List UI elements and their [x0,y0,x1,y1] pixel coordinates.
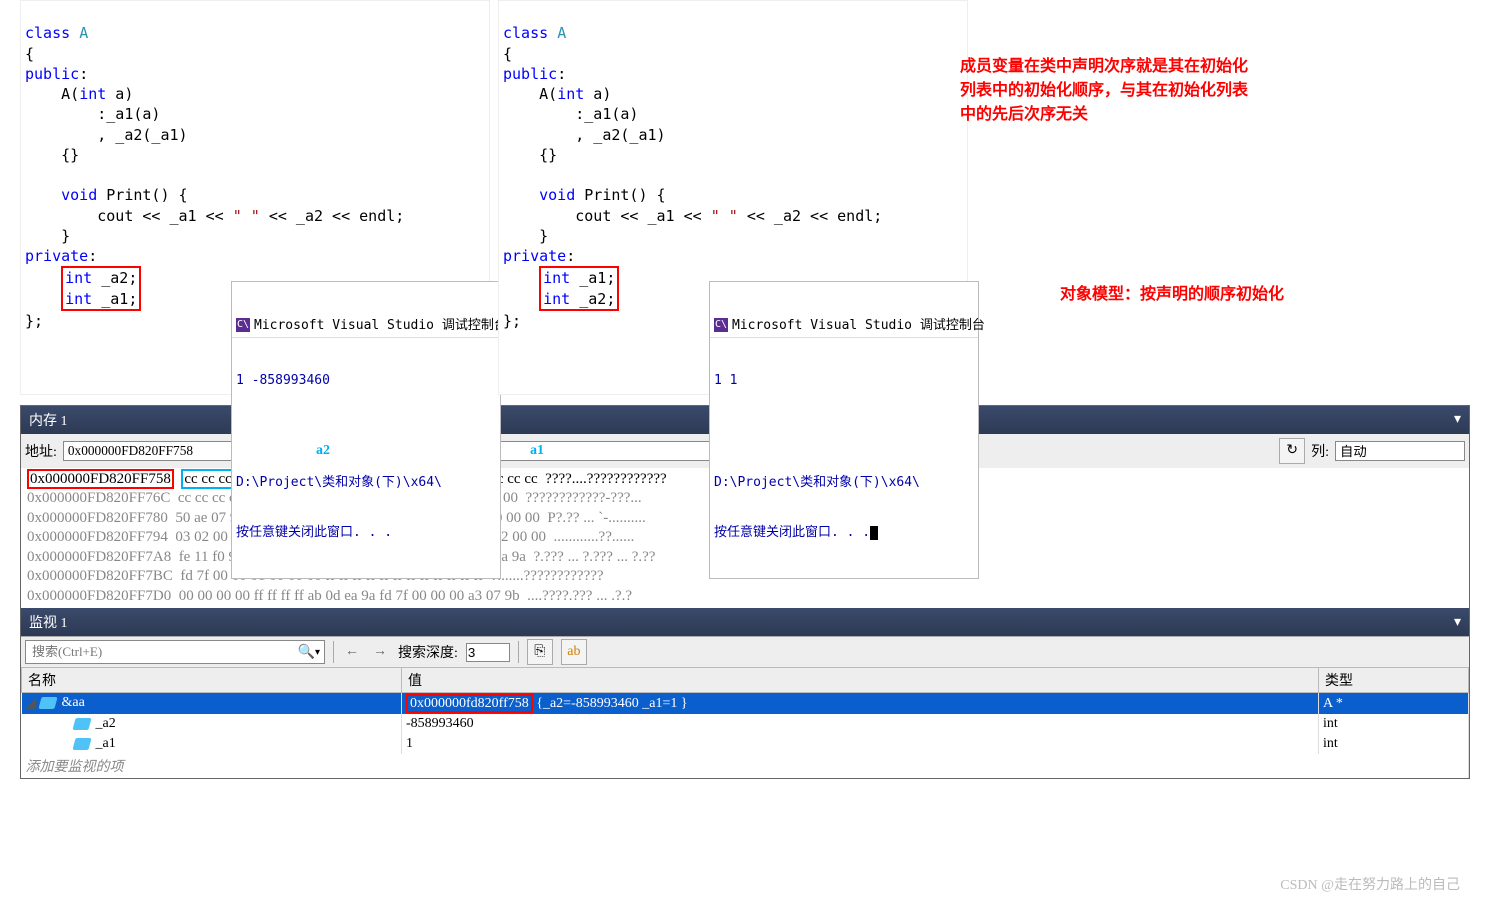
col-value[interactable]: 值 [402,668,1319,693]
watch-toolbar: 🔍▾ ← → 搜索深度: ⎘ ab [21,636,1469,667]
search-input[interactable] [30,643,298,661]
console-prompt: 按任意键关闭此窗口. . . [714,525,870,540]
columns-label: 列: [1311,441,1329,461]
a2-overlay-label: a2 [316,443,330,459]
watch-header[interactable]: 监视 1 ▾ [21,608,1469,636]
console-left: C\Microsoft Visual Studio 调试控制台 1 -85899… [231,281,501,579]
search-icon[interactable]: 🔍 [298,644,315,661]
add-watch-prompt: 添加要监视的项 [22,754,1469,778]
object-icon [38,697,57,709]
col-type[interactable]: 类型 [1319,668,1469,693]
depth-label: 搜索深度: [398,642,458,662]
var-type: A * [1319,693,1469,715]
annotation-top: 成员变量在类中声明次序就是其在初始化列表中的初始化顺序，与其在初始化列表中的先后… [960,55,1260,127]
mem-row: 0x000000FD820FF7D0 00 00 00 00 ff ff ff … [27,588,632,604]
expander-icon[interactable]: ◢ [26,695,36,712]
depth-select[interactable] [466,643,510,662]
console-output: 1 1 [714,373,974,390]
console-output: 1 -858993460 [236,373,496,390]
grid-header-row: 名称 值 类型 [22,668,1469,693]
nav-back-icon[interactable]: ← [342,644,362,660]
var-value: 1 [402,734,1319,754]
console-prompt: 按任意键关闭此窗口. . . [236,525,496,542]
var-name: &aa [62,695,85,710]
object-icon [72,718,91,730]
console-path: D:\Project\类和对象(下)\x64\ [714,475,974,492]
search-box[interactable]: 🔍▾ [25,640,325,664]
value-highlight: 0x000000fd820ff758 [406,694,533,713]
code-right: class A { public: A(int a) :_a1(a) , _a2… [498,0,968,395]
watch-row-aa[interactable]: ◢ &aa 0x000000fd820ff758 {_a2=-858993460 … [22,693,1469,715]
code-left: class A { public: A(int a) :_a1(a) , _a2… [20,0,490,395]
var-type: int [1319,714,1469,734]
addr-label: 地址: [25,441,57,461]
watch-row-a2[interactable]: _a2 -858993460 int [22,714,1469,734]
console-title: Microsoft Visual Studio 调试控制台 [254,318,507,333]
watch-title: 监视 1 [29,612,68,632]
watermark: CSDN @走在努力路上的自己 [1280,874,1460,894]
console-right: C\Microsoft Visual Studio 调试控制台 1 1 D:\P… [709,281,979,579]
watch-grid: 名称 值 类型 ◢ &aa 0x000000fd820ff758 {_a2=-85… [21,667,1469,778]
memory-title: 内存 1 [29,410,68,430]
annotation-side: 对象模型：按声明的顺序初始化 [1060,280,1284,304]
tool-icon-1[interactable]: ⎘ [527,639,553,665]
tool-icon-2[interactable]: ab [561,639,587,665]
right-private-box: int _a1; int _a2; [539,266,619,311]
refresh-icon[interactable]: ↻ [1279,438,1305,464]
var-type: int [1319,734,1469,754]
nav-fwd-icon[interactable]: → [370,644,390,660]
console-path: D:\Project\类和对象(下)\x64\ [236,475,496,492]
var-name: _a1 [96,736,116,751]
mem-addr-highlight: 0x000000FD820FF758 [27,469,174,489]
collapse-icon[interactable]: ▾ [1454,411,1461,428]
console-title: Microsoft Visual Studio 调试控制台 [732,318,985,333]
var-name: _a2 [96,716,116,731]
value-rest: {_a2=-858993460 _a1=1 } [533,696,688,711]
collapse-icon[interactable]: ▾ [1454,614,1461,631]
columns-input[interactable] [1335,441,1465,461]
watch-row-a1[interactable]: _a1 1 int [22,734,1469,754]
object-icon [72,738,91,750]
var-value: -858993460 [402,714,1319,734]
a1-overlay-label: a1 [530,443,544,459]
code-comparison: class A { public: A(int a) :_a1(a) , _a2… [20,0,1470,395]
left-private-box: int _a2; int _a1; [61,266,141,311]
watch-row-add[interactable]: 添加要监视的项 [22,754,1469,778]
col-name[interactable]: 名称 [22,668,402,693]
